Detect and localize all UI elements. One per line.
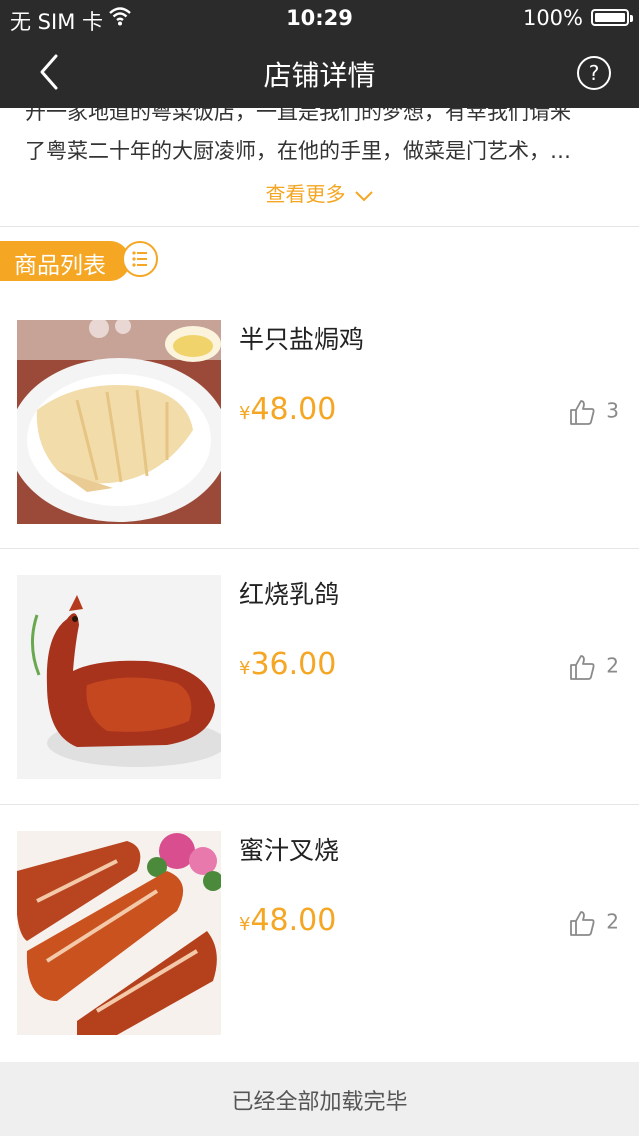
section-tab-product-list: 商品列表 <box>0 241 130 281</box>
section-title: 商品列表 <box>14 253 106 279</box>
list-item[interactable]: 半只盐焗鸡 ¥48.00 3 <box>0 320 639 575</box>
help-icon[interactable]: ? <box>577 56 611 90</box>
load-complete-footer: 已经全部加载完毕 <box>0 1062 639 1136</box>
like-count: 3 <box>606 398 619 423</box>
nav-bar: 店铺详情 ? <box>0 36 639 108</box>
product-image-char-siu <box>17 831 221 1035</box>
like-button[interactable]: 2 <box>568 909 619 937</box>
list-item[interactable]: 红烧乳鸽 ¥36.00 2 <box>0 575 639 830</box>
like-button[interactable]: 2 <box>568 653 619 681</box>
thumbs-up-icon <box>570 655 595 680</box>
list-item[interactable]: 蜜汁叉烧 ¥48.00 2 <box>0 831 639 1086</box>
product-price: ¥36.00 <box>239 647 337 682</box>
divider <box>0 548 639 549</box>
thumbs-up-icon <box>570 911 595 936</box>
see-more-button[interactable]: 查看更多 <box>0 178 639 207</box>
status-bar: 无 SIM 卡 10:29 100% <box>0 0 639 36</box>
battery-percent: 100% <box>522 6 583 30</box>
like-count: 2 <box>606 653 619 678</box>
product-name: 红烧乳鸽 <box>239 580 340 609</box>
thumbs-up-icon <box>570 400 595 425</box>
list-icon <box>122 241 158 277</box>
battery-icon <box>591 9 633 26</box>
product-price: ¥48.00 <box>239 392 337 427</box>
like-count: 2 <box>606 909 619 934</box>
footer-text: 已经全部加载完毕 <box>231 1090 408 1115</box>
product-name: 半只盐焗鸡 <box>239 325 365 354</box>
shop-description: 开一家地道的粤菜饭店，一直是我们的梦想，有幸我们请来 了粤菜二十年的大厨凌师，在… <box>0 90 639 226</box>
product-image-braised-pigeon <box>17 575 221 779</box>
divider <box>0 226 639 227</box>
product-image-salt-baked-chicken <box>17 320 221 524</box>
product-name: 蜜汁叉烧 <box>239 836 340 865</box>
like-button[interactable]: 3 <box>568 398 619 426</box>
page-title: 店铺详情 <box>263 59 376 92</box>
description-line-2: 了粤菜二十年的大厨凌师，在他的手里，做菜是门艺术，… <box>25 139 571 163</box>
see-more-label: 查看更多 <box>265 182 346 206</box>
divider <box>0 804 639 805</box>
chevron-down-icon <box>354 190 373 201</box>
product-price: ¥48.00 <box>239 903 337 938</box>
